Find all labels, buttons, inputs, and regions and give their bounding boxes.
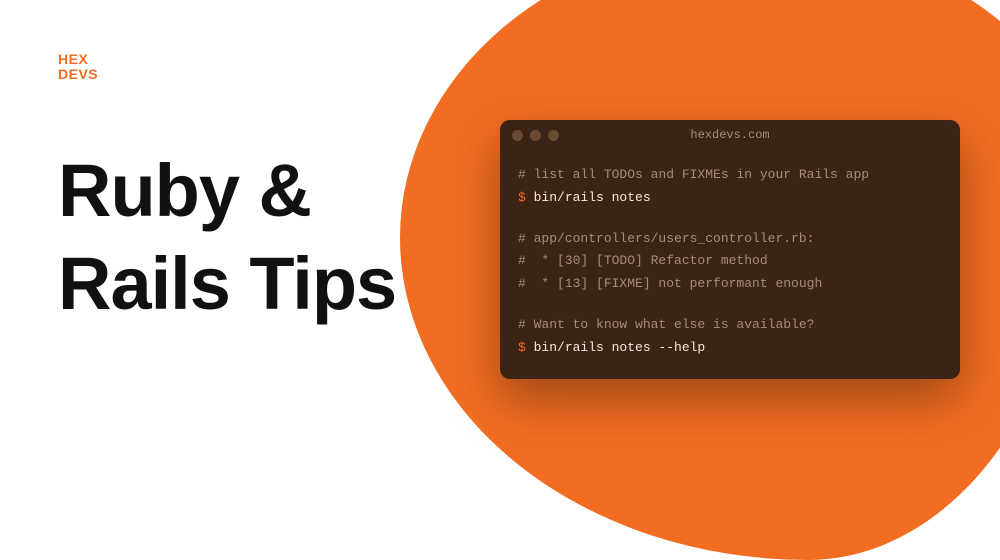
terminal-comment: # app/controllers/users_controller.rb: [518,228,942,251]
page-headline: Ruby & Rails Tips [58,145,396,330]
minimize-icon [530,130,541,141]
logo-line-2: DEVS [58,67,98,82]
terminal-command-line: $ bin/rails notes [518,187,942,210]
close-icon [512,130,523,141]
headline-line-1: Ruby & [58,145,396,238]
brand-logo: HEX DEVS [58,52,98,81]
maximize-icon [548,130,559,141]
terminal-comment: # * [13] [FIXME] not performant enough [518,273,942,296]
blank-line [518,210,942,228]
terminal-window: hexdevs.com # list all TODOs and FIXMEs … [500,120,960,379]
logo-line-1: HEX [58,52,98,67]
terminal-title: hexdevs.com [500,128,960,142]
terminal-command: bin/rails notes [534,190,651,205]
headline-line-2: Rails Tips [58,238,396,331]
terminal-titlebar: hexdevs.com [500,120,960,150]
blank-line [518,296,942,314]
terminal-body: # list all TODOs and FIXMEs in your Rail… [500,150,960,379]
terminal-comment: # list all TODOs and FIXMEs in your Rail… [518,164,942,187]
terminal-command: bin/rails notes --help [534,340,706,355]
prompt-symbol: $ [518,340,534,355]
prompt-symbol: $ [518,190,534,205]
terminal-comment: # Want to know what else is available? [518,314,942,337]
window-controls [512,130,559,141]
terminal-command-line: $ bin/rails notes --help [518,337,942,360]
terminal-comment: # * [30] [TODO] Refactor method [518,250,942,273]
